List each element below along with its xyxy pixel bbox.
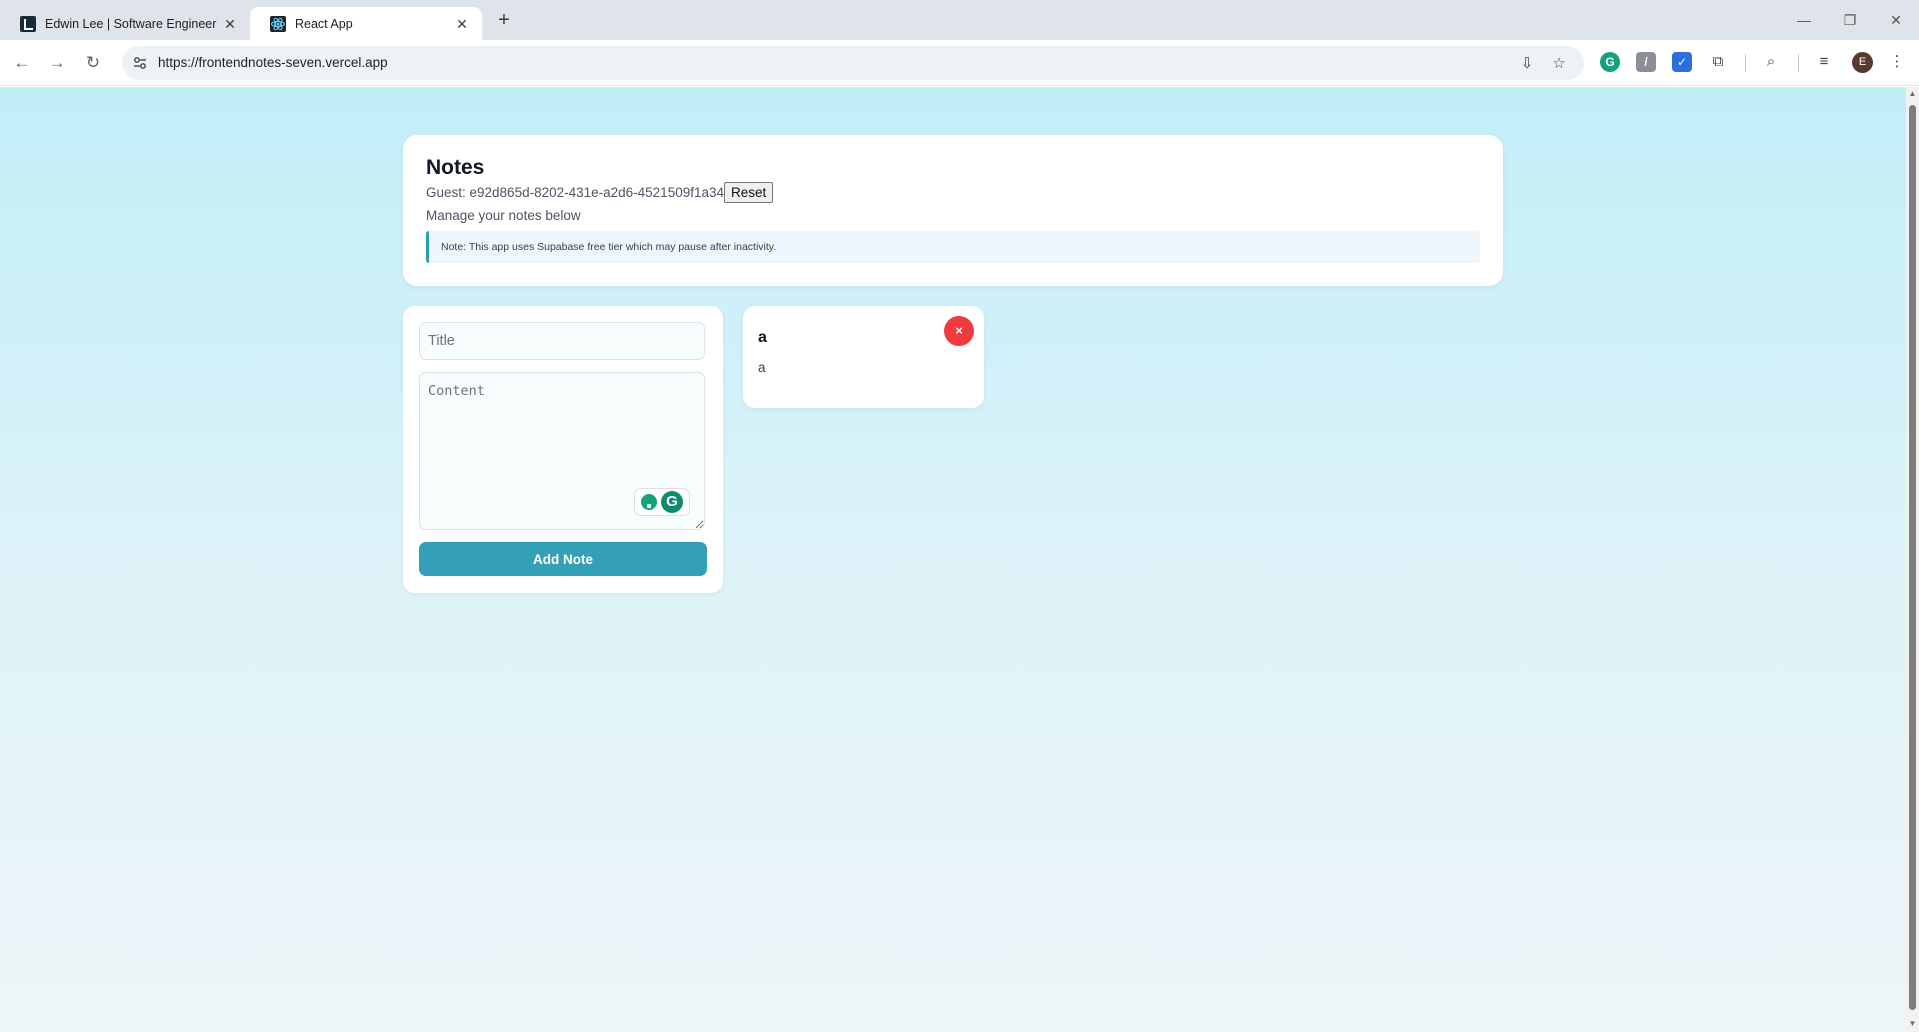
content-wrapper: G	[419, 372, 705, 530]
tab-title: React App	[295, 16, 353, 31]
extension-shield-icon[interactable]: ✓	[1672, 52, 1692, 72]
grammarly-widget[interactable]: G	[634, 488, 690, 516]
grammarly-g-icon[interactable]: G	[661, 491, 683, 513]
minimize-icon[interactable]: —	[1781, 8, 1827, 32]
tab-close-icon[interactable]: ✕	[454, 16, 470, 32]
scroll-up-icon[interactable]: ▲	[1908, 89, 1917, 98]
new-tab-plus-icon[interactable]: +	[492, 9, 516, 33]
back-arrow-icon[interactable]: ←	[10, 51, 34, 75]
page-viewport: Notes Guest: e92d865d-8202-431e-a2d6-452…	[0, 87, 1906, 1032]
tab-title: Edwin Lee | Software Engineer	[45, 16, 217, 31]
scrollbar-thumb[interactable]	[1909, 105, 1916, 1010]
note-content: a	[758, 360, 766, 375]
install-app-icon[interactable]: ⇩	[1518, 55, 1536, 73]
site-settings-icon[interactable]	[132, 55, 148, 71]
toolbar-divider	[1745, 54, 1746, 72]
browser-toolbar: ← → ↻ https://frontendnotes-seven.vercel…	[0, 40, 1919, 86]
title-input[interactable]	[419, 322, 705, 360]
tab-close-icon[interactable]: ✕	[222, 16, 238, 32]
restore-icon[interactable]: ❐	[1827, 8, 1873, 32]
extension-tool-icon[interactable]: /	[1636, 52, 1656, 72]
extensions-puzzle-icon[interactable]: ⧉	[1709, 53, 1727, 71]
url-text: https://frontendnotes-seven.vercel.app	[158, 55, 388, 70]
note-card: a a ×	[743, 306, 984, 408]
reload-icon[interactable]: ↻	[81, 51, 105, 75]
note-form: G Add Note	[403, 306, 723, 593]
bookmark-star-icon[interactable]: ☆	[1550, 55, 1568, 73]
tab-strip: Edwin Lee | Software Engineer ✕ React Ap…	[0, 0, 1919, 40]
supabase-notice: Note: This app uses Supabase free tier w…	[426, 231, 1480, 263]
delete-note-button[interactable]: ×	[944, 316, 974, 346]
grammarly-extension-icon[interactable]: G	[1600, 52, 1620, 72]
tab-react-app[interactable]: React App ✕	[250, 7, 482, 40]
toolbar-divider	[1798, 54, 1799, 72]
address-bar[interactable]: https://frontendnotes-seven.vercel.app ⇩…	[122, 46, 1584, 80]
profile-avatar[interactable]: E	[1852, 52, 1873, 73]
lightbulb-icon[interactable]	[641, 494, 657, 510]
page-scrollbar[interactable]: ▲ ▼	[1906, 87, 1919, 1032]
page-title: Notes	[426, 156, 485, 179]
forward-arrow-icon[interactable]: →	[45, 51, 69, 75]
media-controls-icon[interactable]: ≡	[1815, 53, 1833, 71]
tab-search-icon[interactable]: ⌕	[1762, 53, 1780, 71]
browser-menu-icon[interactable]: ⋮	[1888, 53, 1906, 71]
close-window-icon[interactable]: ✕	[1873, 8, 1919, 32]
site-favicon-icon	[20, 15, 36, 32]
tab-edwin-lee[interactable]: Edwin Lee | Software Engineer ✕	[0, 7, 250, 40]
note-title: a	[758, 329, 767, 346]
scroll-down-icon[interactable]: ▼	[1908, 1019, 1917, 1028]
header-card: Notes Guest: e92d865d-8202-431e-a2d6-452…	[403, 135, 1503, 286]
react-favicon-icon	[270, 15, 286, 32]
reset-button[interactable]: Reset	[724, 182, 774, 203]
guest-row: Guest: e92d865d-8202-431e-a2d6-4521509f1…	[426, 182, 1480, 203]
page-subtitle: Manage your notes below	[426, 208, 581, 223]
add-note-button[interactable]: Add Note	[419, 542, 707, 576]
guest-id-label: Guest: e92d865d-8202-431e-a2d6-4521509f1…	[426, 185, 725, 200]
